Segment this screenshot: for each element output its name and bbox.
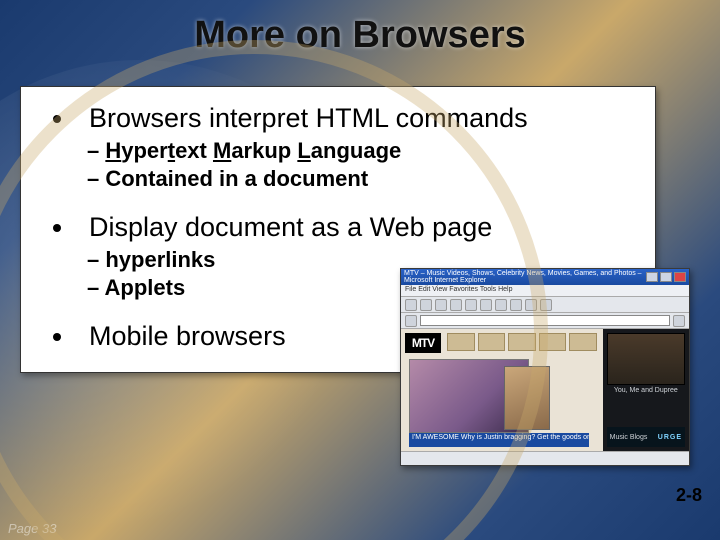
underline-M: M <box>213 138 231 163</box>
mail-icon <box>525 299 537 311</box>
bullet-list: Browsers interpret HTML commands <box>47 103 641 134</box>
underline-H: H <box>105 138 121 163</box>
back-icon <box>405 299 417 311</box>
address-bar-row <box>401 313 689 329</box>
refresh-icon <box>450 299 462 311</box>
slide-number: 2-8 <box>676 485 702 506</box>
page-main-column: MTV I'M AWESOME Why is Justin bragging? … <box>401 329 603 451</box>
txt: ext <box>175 138 213 163</box>
embedded-browser-screenshot: MTV – Music Videos, Shows, Celebrity New… <box>400 268 690 466</box>
favorites-icon <box>495 299 507 311</box>
mtv-logo: MTV <box>405 333 441 353</box>
promo-image <box>607 333 685 385</box>
close-icon <box>674 272 686 282</box>
window-buttons <box>646 272 686 282</box>
address-field <box>420 315 670 326</box>
maximize-icon <box>660 272 672 282</box>
go-icon <box>673 315 685 327</box>
window-title-text: MTV – Music Videos, Shows, Celebrity New… <box>404 270 646 284</box>
nav-tab <box>539 333 567 351</box>
underline-L: L <box>297 138 310 163</box>
browser-menubar: File Edit View Favorites Tools Help <box>401 285 689 297</box>
minimize-icon <box>646 272 658 282</box>
bullet-1-sub-2: Contained in a document <box>87 166 641 192</box>
history-icon <box>510 299 522 311</box>
bullet-1: Browsers interpret HTML commands <box>53 103 641 134</box>
window-titlebar: MTV – Music Videos, Shows, Celebrity New… <box>401 269 689 285</box>
nav-tab <box>447 333 475 351</box>
urge-logo: URGE <box>658 434 682 441</box>
sidebar-label: Music Blogs <box>610 434 648 441</box>
underline-t: t <box>168 138 175 163</box>
nav-tab <box>569 333 597 351</box>
bullet-1-sub-1: Hypertext Markup Language <box>87 138 641 164</box>
search-icon <box>480 299 492 311</box>
spacer <box>43 194 641 208</box>
page-label: Page 33 <box>8 521 56 536</box>
hero-image <box>409 359 529 433</box>
bullet-2: Display document as a Web page <box>53 212 641 243</box>
hero-caption: I'M AWESOME Why is Justin bragging? Get … <box>409 433 589 447</box>
promo-title: You, Me and Dupree <box>607 387 685 394</box>
txt: yper <box>121 138 167 163</box>
slide: More on Browsers Browsers interpret HTML… <box>0 0 720 540</box>
bullet-list: Display document as a Web page <box>47 212 641 243</box>
txt: anguage <box>311 138 401 163</box>
browser-statusbar <box>401 451 689 465</box>
txt: arkup <box>231 138 297 163</box>
page-sidebar: You, Me and Dupree Music Blogs URGE <box>603 329 689 451</box>
forward-icon <box>420 299 432 311</box>
mtv-nav-tabs <box>447 333 597 351</box>
nav-tab <box>508 333 536 351</box>
print-icon <box>540 299 552 311</box>
browser-toolbar <box>401 297 689 313</box>
stop-icon <box>435 299 447 311</box>
urge-bar: Music Blogs URGE <box>607 427 685 447</box>
home-icon <box>465 299 477 311</box>
address-label-icon <box>405 315 417 327</box>
page-content: MTV I'M AWESOME Why is Justin bragging? … <box>401 329 689 451</box>
slide-title: More on Browsers <box>0 14 720 57</box>
nav-tab <box>478 333 506 351</box>
